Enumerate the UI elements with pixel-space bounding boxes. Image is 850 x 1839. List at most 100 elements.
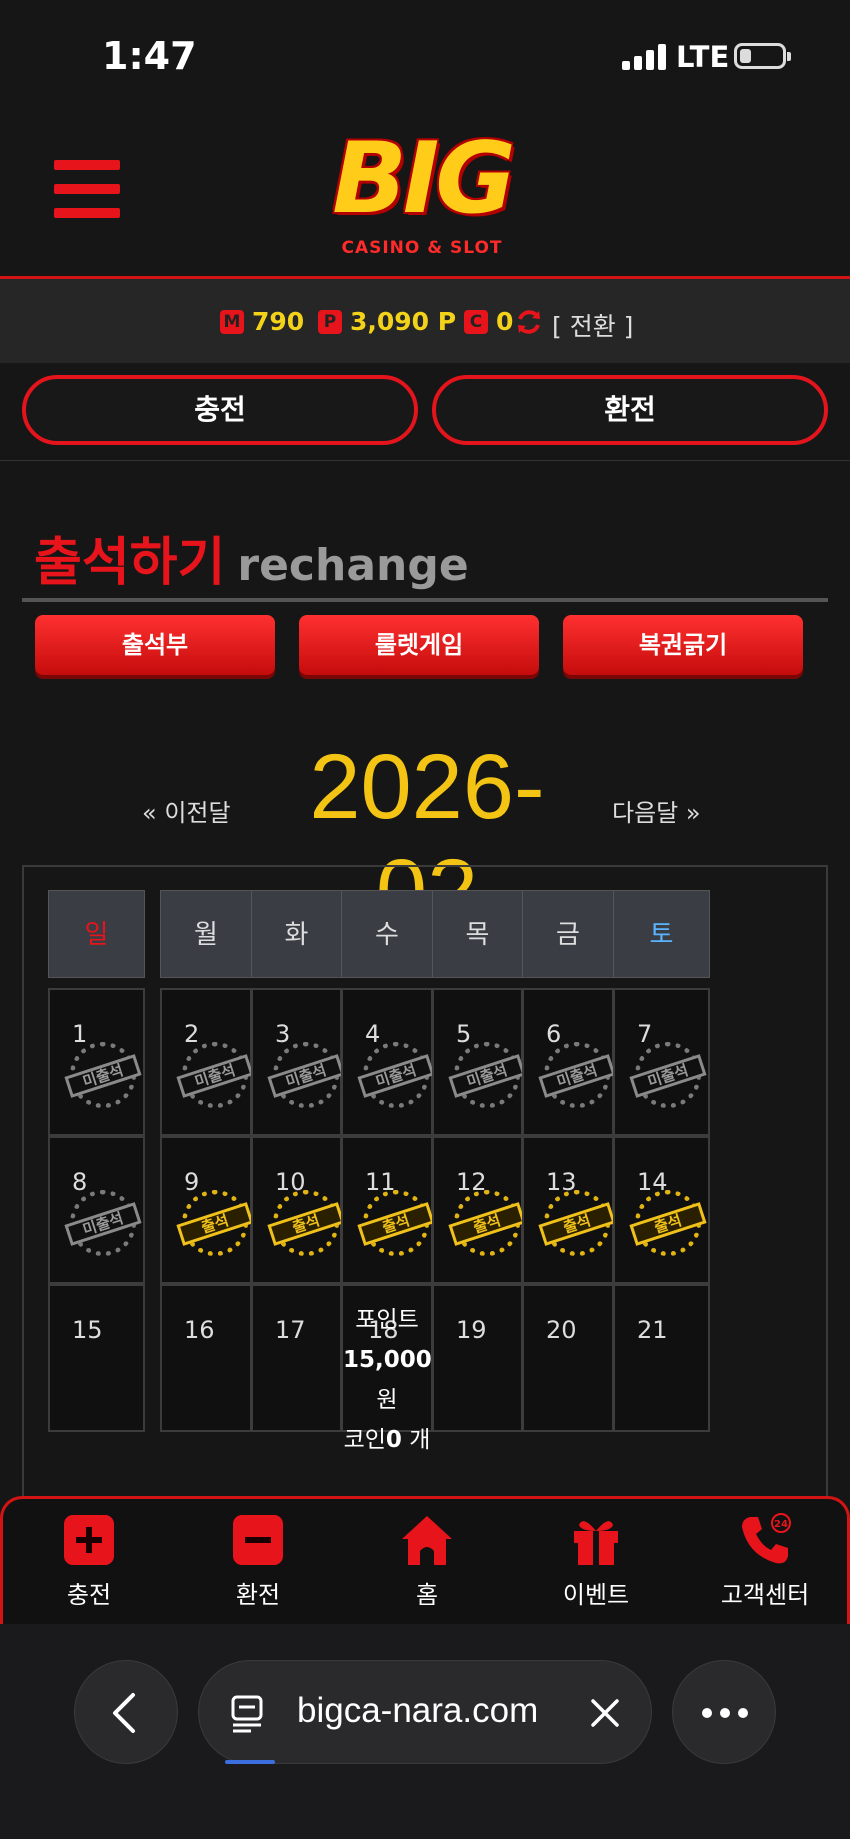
present-stamp-icon: 출석 — [357, 1190, 435, 1256]
calendar-day[interactable]: 8 미출석 — [48, 1136, 145, 1284]
nav-deposit[interactable]: 충전 — [14, 1513, 164, 1613]
reward-amount: 15,000 — [343, 1347, 432, 1373]
reward-unit: 원 — [376, 1387, 398, 1413]
day-number: 6 — [546, 1020, 562, 1048]
calendar-day[interactable]: 10 출석 — [251, 1136, 345, 1284]
day-number: 2 — [184, 1020, 200, 1048]
load-progress — [225, 1760, 275, 1764]
point-balance: P 3,090 P — [318, 307, 456, 336]
absent-stamp-icon: 미출석 — [64, 1042, 142, 1108]
stamp-label: 미출석 — [448, 1054, 526, 1098]
stamp-label: 미출석 — [64, 1202, 142, 1246]
nav-withdraw[interactable]: 환전 — [183, 1513, 333, 1613]
reward-popup: 포인트 15,000 원 코인0 개 — [343, 1300, 432, 1460]
day-number: 15 — [72, 1316, 103, 1344]
calendar-day[interactable]: 14 출석 — [613, 1136, 710, 1284]
calendar-day[interactable]: 19 — [432, 1284, 523, 1432]
tab-lottery[interactable]: 복권긁기 — [563, 615, 803, 675]
day-number: 20 — [546, 1316, 577, 1344]
calendar-day[interactable]: 2 미출석 — [160, 988, 254, 1136]
nav-home-label: 홈 — [415, 1581, 439, 1609]
calendar-day[interactable]: 15 — [48, 1284, 145, 1432]
present-stamp-icon: 출석 — [176, 1190, 254, 1256]
day-number: 1 — [72, 1020, 88, 1048]
close-icon[interactable] — [589, 1697, 621, 1729]
url-bar[interactable]: bigca-nara.com — [198, 1660, 652, 1764]
day-number: 21 — [637, 1316, 668, 1344]
phone-icon: 24 — [742, 1513, 791, 1564]
nav-event[interactable]: 이벤트 — [521, 1513, 671, 1613]
absent-stamp-icon: 미출석 — [267, 1042, 345, 1108]
stamp-label: 미출석 — [538, 1054, 616, 1098]
present-stamp-icon: 출석 — [538, 1190, 616, 1256]
present-stamp-icon: 출석 — [629, 1190, 707, 1256]
page-title: 출석하기 rechange — [34, 520, 469, 595]
back-button[interactable] — [74, 1660, 178, 1764]
tab-attendance[interactable]: 출석부 — [35, 615, 275, 675]
present-stamp-icon: 출석 — [267, 1190, 345, 1256]
support-badge: 24 — [774, 1519, 788, 1530]
plus-icon — [64, 1515, 114, 1565]
day-number: 19 — [456, 1316, 487, 1344]
chevron-left-icon — [113, 1693, 135, 1733]
month-navigation: « 이전달 2026-02 다음달 » — [0, 735, 850, 943]
absent-stamp-icon: 미출석 — [538, 1042, 616, 1108]
weekday-header: 수 — [341, 890, 433, 978]
absent-stamp-icon: 미출석 — [448, 1042, 526, 1108]
next-month-link[interactable]: 다음달 » — [612, 793, 701, 828]
switch-button[interactable]: [ 전환 ] — [552, 307, 633, 343]
nav-event-label: 이벤트 — [562, 1581, 630, 1609]
absent-stamp-icon: 미출석 — [176, 1042, 254, 1108]
calendar-day[interactable]: 21 — [613, 1284, 710, 1432]
calendar-day[interactable]: 1 미출석 — [48, 988, 145, 1136]
more-button[interactable] — [672, 1660, 776, 1764]
absent-stamp-icon: 미출석 — [357, 1042, 435, 1108]
money-icon: M — [220, 309, 244, 334]
calendar-day[interactable]: 13 출석 — [522, 1136, 616, 1284]
minus-icon — [233, 1515, 283, 1565]
calendar-day[interactable]: 12 출석 — [432, 1136, 526, 1284]
present-stamp-icon: 출석 — [448, 1190, 526, 1256]
stamp-label: 출석 — [176, 1202, 254, 1246]
calendar-day[interactable]: 20 — [522, 1284, 614, 1432]
point-icon: P — [318, 309, 342, 334]
calendar-day[interactable]: 7 미출석 — [613, 988, 710, 1136]
calendar-day[interactable]: 17 — [251, 1284, 342, 1432]
status-bar: 1:47 LTE — [0, 0, 850, 110]
nav-support-label: 고객센터 — [720, 1581, 810, 1609]
calendar-day[interactable]: 11 출석 — [341, 1136, 435, 1284]
day-number: 8 — [72, 1168, 88, 1196]
stamp-label: 출석 — [538, 1202, 616, 1246]
calendar-day[interactable]: 6 미출석 — [522, 988, 616, 1136]
stamp-label: 출석 — [267, 1202, 345, 1246]
calendar-day[interactable]: 3 미출석 — [251, 988, 345, 1136]
nav-home[interactable]: 홈 — [352, 1513, 502, 1613]
status-time: 1:47 — [102, 34, 197, 78]
absent-stamp-icon: 미출석 — [629, 1042, 707, 1108]
site-header: BIG CASINO & SLOT — [0, 110, 850, 279]
deposit-button[interactable]: 충전 — [22, 375, 418, 445]
calendar-day[interactable]: 4 미출석 — [341, 988, 435, 1136]
tab-roulette[interactable]: 룰렛게임 — [299, 615, 539, 675]
weekday-header: 금 — [522, 890, 614, 978]
weekday-header: 목 — [432, 890, 523, 978]
menu-icon[interactable] — [54, 160, 120, 218]
calendar-day[interactable]: 18 포인트 15,000 원 코인0 개 — [341, 1284, 433, 1453]
stamp-label: 미출석 — [629, 1054, 707, 1098]
refresh-icon[interactable] — [514, 307, 544, 337]
site-logo[interactable]: BIG CASINO & SLOT — [292, 124, 552, 264]
calendar-day[interactable]: 16 — [160, 1284, 252, 1432]
day-number: 4 — [365, 1020, 381, 1048]
money-value: 790 — [252, 307, 305, 336]
withdraw-button[interactable]: 환전 — [432, 375, 828, 445]
reward-label: 포인트 — [355, 1307, 419, 1333]
calendar-day[interactable]: 9 출석 — [160, 1136, 254, 1284]
prev-month-link[interactable]: « 이전달 — [142, 793, 231, 828]
coin-reward-suffix: 개 — [401, 1427, 431, 1453]
day-number: 3 — [275, 1020, 291, 1048]
balance-bar: M 790 P 3,090 P C 0 [ 전환 ] — [0, 279, 850, 363]
calendar-day[interactable]: 5 미출석 — [432, 988, 526, 1136]
stamp-label: 미출석 — [176, 1054, 254, 1098]
nav-withdraw-label: 환전 — [235, 1581, 281, 1609]
nav-support[interactable]: 24 고객센터 — [690, 1513, 840, 1613]
